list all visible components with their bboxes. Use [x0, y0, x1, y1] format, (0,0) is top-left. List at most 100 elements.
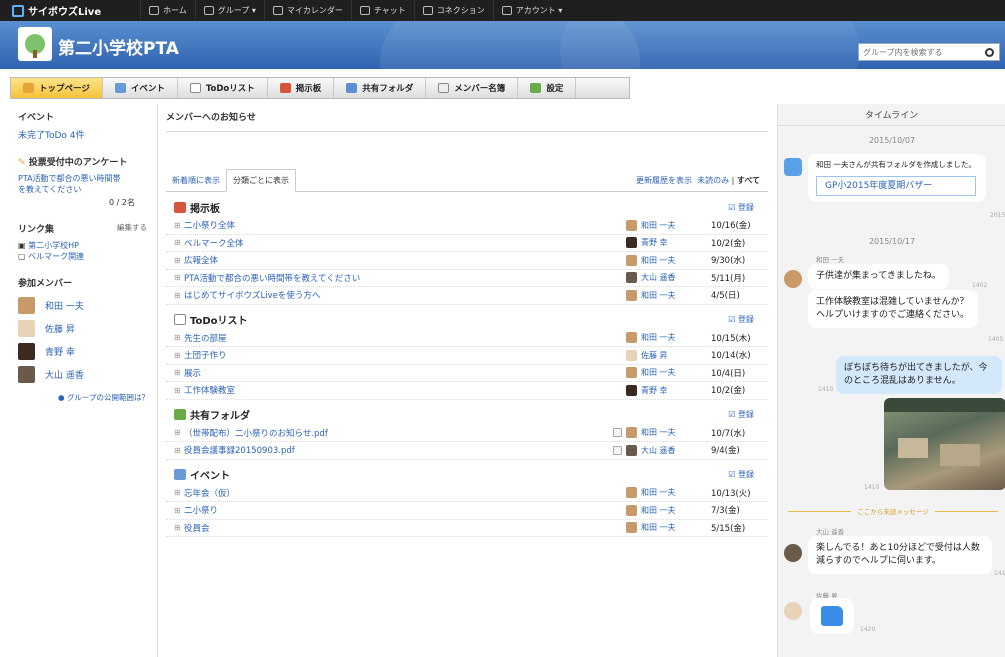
nav-account[interactable]: アカウント ▾: [492, 0, 571, 21]
update-history-link[interactable]: 更新履歴を表示: [636, 176, 692, 185]
cybozu-live-logo[interactable]: サイボウズLive: [0, 3, 140, 18]
item-title-link[interactable]: 役員会議事録20150903.pdf: [184, 444, 295, 456]
list-item[interactable]: ⊞ 広報全体 和田 一夫 9/30(水): [166, 252, 768, 270]
chat-photo[interactable]: [884, 398, 1005, 490]
register-link[interactable]: ☑ 登録: [728, 469, 754, 480]
item-title-link[interactable]: 忘年会（仮）: [184, 487, 235, 499]
register-link[interactable]: ☑ 登録: [728, 409, 754, 420]
expand-icon[interactable]: ⊞: [174, 291, 184, 300]
list-item[interactable]: ⊞ 工作体験教室 青野 幸 10/2(金): [166, 382, 768, 400]
expand-icon[interactable]: ⊞: [174, 428, 184, 437]
list-item[interactable]: ⊞ はじめてサイボウズLiveを使う方へ 和田 一夫 4/5(日): [166, 287, 768, 305]
item-title-link[interactable]: 二小祭り: [184, 504, 218, 516]
member-item[interactable]: 大山 遥香: [18, 363, 157, 386]
nav-connection[interactable]: コネクション: [413, 0, 493, 21]
list-item[interactable]: ⊞ 二小祭り全体 和田 一夫 10/16(金): [166, 217, 768, 235]
register-link[interactable]: ☑ 登録: [728, 314, 754, 325]
subtab-by-category[interactable]: 分類ごとに表示: [226, 169, 296, 192]
item-title-link[interactable]: 工作体験教室: [184, 384, 235, 396]
item-title-link[interactable]: 広報全体: [184, 254, 218, 266]
author-link[interactable]: 和田 一夫: [641, 367, 676, 378]
tab-settings[interactable]: 設定: [518, 78, 577, 98]
list-item[interactable]: ⊞ 展示 和田 一夫 10/4(日): [166, 365, 768, 382]
group-search[interactable]: [858, 43, 1000, 61]
expand-icon[interactable]: ⊞: [174, 488, 184, 497]
tab-member-list[interactable]: メンバー名簿: [426, 78, 519, 98]
nav-group[interactable]: グループ ▾: [194, 0, 264, 21]
item-title-link[interactable]: 土団子作り: [184, 349, 227, 361]
register-link[interactable]: ☑ 登録: [728, 202, 754, 213]
section-board: 掲示板 ☑ 登録 ⊞ 二小祭り全体 和田 一夫 10/16(金) ⊞ ベルマーク全体 青野 幸1…: [166, 197, 768, 305]
item-title-link[interactable]: 先生の部屋: [184, 332, 227, 344]
unread-only-link[interactable]: 未読のみ: [697, 176, 729, 185]
item-title-link[interactable]: ベルマーク全体: [184, 237, 244, 249]
list-item[interactable]: ⊞ （世帯配布）二小祭りのお知らせ.pdf 和田 一夫 10/7(水): [166, 425, 768, 442]
list-item[interactable]: ⊞ PTA活動で都合の悪い時間帯を教えてください 大山 遥香 5/11(月): [166, 270, 768, 287]
link-school-hp[interactable]: 第二小学校HP: [28, 241, 79, 250]
tab-board[interactable]: 掲示板: [268, 78, 335, 98]
search-icon[interactable]: [985, 47, 994, 57]
section-header: 共有フォルダ ☑ 登録: [166, 405, 768, 425]
expand-icon[interactable]: ⊞: [174, 506, 184, 515]
author-link[interactable]: 和田 一夫: [641, 255, 676, 266]
author-link[interactable]: 大山 遥香: [641, 272, 676, 283]
list-item[interactable]: ⊞ 先生の部屋 和田 一夫 10/15(木): [166, 330, 768, 347]
author-link[interactable]: 青野 幸: [641, 237, 668, 248]
author-link[interactable]: 青野 幸: [641, 385, 668, 396]
expand-icon[interactable]: ⊞: [174, 333, 184, 342]
tab-top-page[interactable]: トップページ: [11, 78, 103, 98]
survey-link[interactable]: PTA活動で都合の悪い時間帯を教えてください: [18, 173, 128, 195]
item-title-link[interactable]: 展示: [184, 367, 201, 379]
tab-event[interactable]: イベント: [103, 78, 178, 98]
file-attachment-icon[interactable]: [613, 428, 622, 438]
item-title-link[interactable]: 二小祭り全体: [184, 219, 235, 231]
expand-icon[interactable]: ⊞: [174, 238, 184, 247]
shared-folder-button[interactable]: GP小2015年度夏期バザー: [816, 176, 976, 196]
expand-icon[interactable]: ⊞: [174, 523, 184, 532]
link-bellmark[interactable]: ベルマーク関連: [28, 252, 84, 261]
tab-todo[interactable]: ToDoリスト: [178, 78, 268, 98]
show-all[interactable]: すべて: [737, 176, 760, 185]
timeline-date: 2015/10/17: [868, 237, 916, 246]
item-title-link[interactable]: はじめてサイボウズLiveを使う方へ: [184, 289, 320, 301]
item-title-link[interactable]: 役員会: [184, 522, 210, 534]
nav-chat[interactable]: チャット: [350, 0, 414, 21]
expand-icon[interactable]: ⊞: [174, 446, 184, 455]
list-item[interactable]: ⊞ 二小祭り 和田 一夫 7/3(金): [166, 502, 768, 520]
expand-icon[interactable]: ⊞: [174, 221, 184, 230]
expand-icon[interactable]: ⊞: [174, 256, 184, 265]
author-link[interactable]: 和田 一夫: [641, 220, 676, 231]
expand-icon[interactable]: ⊞: [174, 273, 184, 282]
author-link[interactable]: 和田 一夫: [641, 290, 676, 301]
search-input[interactable]: [859, 44, 981, 60]
chat-message: 楽しんでる！あと10分ほどで受付は人数減らすのでヘルプに伺います。: [808, 536, 992, 574]
list-item[interactable]: ⊞ 役員会 和田 一夫 5/15(金): [166, 520, 768, 537]
group-visibility-help-link[interactable]: グループの公開範囲は？: [67, 393, 149, 402]
expand-icon[interactable]: ⊞: [174, 386, 184, 395]
author-link[interactable]: 和田 一夫: [641, 487, 676, 498]
expand-icon[interactable]: ⊞: [174, 351, 184, 360]
list-item[interactable]: ⊞ ベルマーク全体 青野 幸 10/2(金): [166, 235, 768, 252]
member-item[interactable]: 佐藤 昇: [18, 317, 157, 340]
item-title-link[interactable]: （世帯配布）二小祭りのお知らせ.pdf: [184, 427, 328, 439]
author-link[interactable]: 和田 一夫: [641, 522, 676, 533]
expand-icon[interactable]: ⊞: [174, 368, 184, 377]
file-attachment-icon[interactable]: [613, 445, 622, 455]
member-item[interactable]: 和田 一夫: [18, 294, 157, 317]
nav-home[interactable]: ホーム: [140, 0, 195, 21]
member-item[interactable]: 青野 幸: [18, 340, 157, 363]
list-item[interactable]: ⊞ 忘年会（仮） 和田 一夫 10/13(火): [166, 485, 768, 502]
author-link[interactable]: 佐藤 昇: [641, 350, 668, 361]
author-link[interactable]: 大山 遥香: [641, 445, 676, 456]
tab-shared-folder[interactable]: 共有フォルダ: [334, 78, 427, 98]
list-item[interactable]: ⊞ 土団子作り 佐藤 昇 10/14(水): [166, 347, 768, 365]
author-link[interactable]: 和田 一夫: [641, 427, 676, 438]
links-edit-link[interactable]: 編集する: [117, 222, 147, 235]
list-item[interactable]: ⊞ 役員会議事録20150903.pdf 大山 遥香 9/4(金): [166, 442, 768, 460]
subtab-newest[interactable]: 新着順に表示: [166, 170, 226, 191]
nav-my-calendar[interactable]: マイカレンダー: [263, 0, 351, 21]
todo-incomplete-link[interactable]: 未完了ToDo 4件: [18, 131, 85, 141]
author-link[interactable]: 和田 一夫: [641, 505, 676, 516]
item-title-link[interactable]: PTA活動で都合の悪い時間帯を教えてください: [184, 272, 360, 284]
author-link[interactable]: 和田 一夫: [641, 332, 676, 343]
